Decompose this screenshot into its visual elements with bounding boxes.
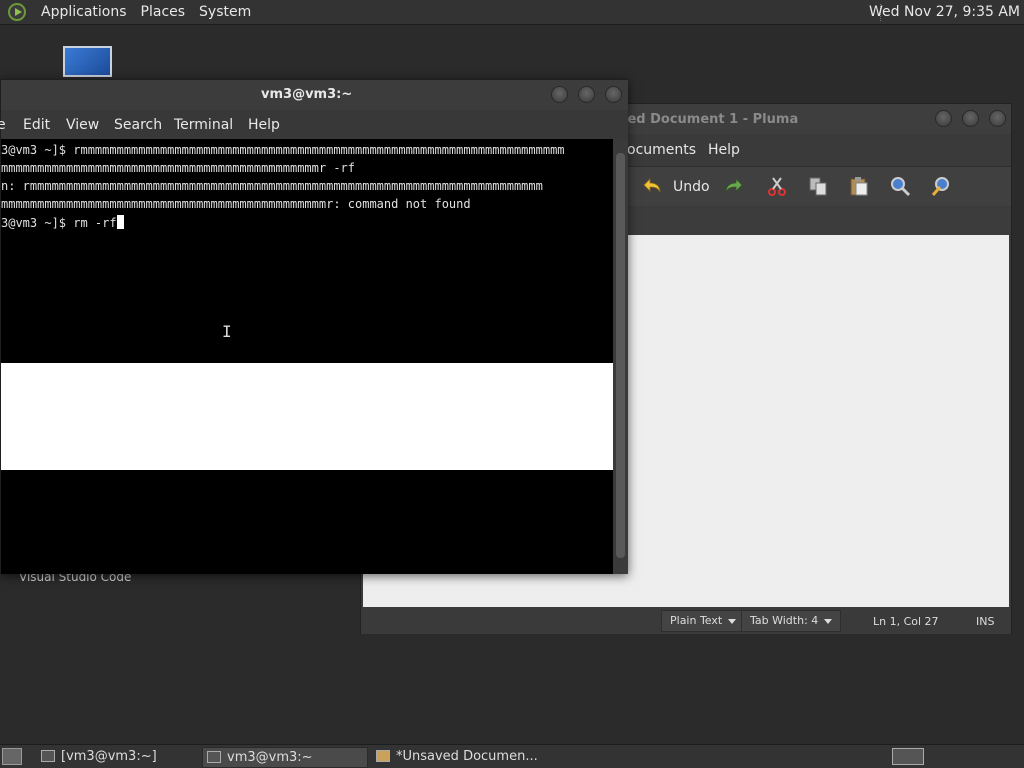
text-editor-icon: [376, 750, 390, 762]
clock[interactable]: Wed Nov 27, 9:35 AM: [869, 4, 1020, 20]
workspace-switcher[interactable]: [892, 748, 924, 765]
close-button[interactable]: [989, 110, 1006, 127]
terminal-menu[interactable]: Terminal: [174, 117, 233, 133]
minimize-button[interactable]: [935, 110, 952, 127]
show-desktop-button[interactable]: [2, 748, 22, 765]
maximize-button[interactable]: [578, 86, 595, 103]
terminal-icon: [207, 751, 221, 763]
edit-menu[interactable]: Edit: [23, 117, 50, 133]
system-menu[interactable]: System: [192, 4, 258, 20]
documents-menu[interactable]: ocuments: [627, 142, 696, 158]
ibeam-cursor-icon: I: [222, 322, 232, 341]
text-cursor: [116, 215, 124, 229]
terminal-window: vm3@vm3:~ e Edit View Search Terminal He…: [0, 79, 628, 574]
top-panel: Applications Places System Wed Nov 27, 9…: [0, 0, 1024, 25]
terminal-screen[interactable]: 3@vm3 ~]$ rmmmmmmmmmmmmmmmmmmmmmmmmmmmmm…: [1, 139, 613, 574]
terminal-menubar: e Edit View Search Terminal Help: [0, 110, 628, 140]
language-selector[interactable]: Plain Text: [661, 610, 746, 632]
undo-icon[interactable]: [641, 175, 663, 197]
terminal-line: mmmmmmmmmmmmmmmmmmmmmmmmmmmmmmmmmmmmmmmm…: [1, 197, 471, 211]
minimize-button[interactable]: [551, 86, 568, 103]
chevron-down-icon: [728, 618, 737, 624]
close-button[interactable]: [605, 86, 622, 103]
taskbar-item-label: *Unsaved Documen...: [396, 749, 538, 764]
terminal-scrollbar[interactable]: [613, 139, 628, 574]
terminal-titlebar[interactable]: vm3@vm3:~: [1, 80, 628, 110]
applications-menu[interactable]: Applications: [34, 4, 134, 20]
help-menu[interactable]: Help: [708, 142, 740, 158]
cursor-position: Ln 1, Col 27: [873, 615, 939, 628]
taskbar-item-terminal[interactable]: vm3@vm3:~: [202, 747, 368, 768]
pluma-window-title: ved Document 1 - Pluma: [619, 112, 799, 127]
rendering-artifact: [1, 363, 613, 470]
paste-icon[interactable]: [848, 175, 870, 197]
taskbar-item-label: vm3@vm3:~: [227, 750, 313, 765]
terminal-window-title: vm3@vm3:~: [261, 87, 353, 102]
insert-mode: INS: [976, 615, 995, 628]
search-menu[interactable]: Search: [114, 117, 162, 133]
taskbar-item-pluma[interactable]: *Unsaved Documen...: [372, 747, 538, 768]
terminal-line: 3@vm3 ~]$ rm -rf: [1, 216, 117, 230]
tab-width-selector[interactable]: Tab Width: 4: [741, 610, 842, 632]
terminal-line: n: rmmmmmmmmmmmmmmmmmmmmmmmmmmmmmmmmmmmm…: [1, 179, 543, 193]
find-icon[interactable]: [889, 175, 911, 197]
computer-desktop-icon[interactable]: [63, 46, 112, 77]
view-menu[interactable]: View: [66, 117, 99, 133]
terminal-line: mmmmmmmmmmmmmmmmmmmmmmmmmmmmmmmmmmmmmmmm…: [1, 161, 356, 175]
help-menu[interactable]: Help: [248, 117, 280, 133]
bottom-panel: [vm3@vm3:~] vm3@vm3:~ *Unsaved Documen..…: [0, 744, 1024, 768]
scrollbar-thumb[interactable]: [616, 153, 625, 558]
maximize-button[interactable]: [962, 110, 979, 127]
language-label: Plain Text: [670, 614, 723, 627]
terminal-icon: [41, 750, 55, 762]
undo-button-label[interactable]: Undo: [673, 179, 710, 195]
terminal-line: 3@vm3 ~]$ rmmmmmmmmmmmmmmmmmmmmmmmmmmmmm…: [1, 143, 565, 157]
terminal-prompt-line: 3@vm3 ~]$ rm -rf: [1, 215, 124, 230]
cut-icon[interactable]: [766, 175, 788, 197]
taskbar-item-label: [vm3@vm3:~]: [61, 749, 157, 764]
mate-menu-icon[interactable]: [8, 3, 26, 21]
places-menu[interactable]: Places: [134, 4, 193, 20]
taskbar-item-terminal-minimized[interactable]: [vm3@vm3:~]: [37, 747, 197, 768]
file-menu[interactable]: e: [0, 117, 6, 133]
pluma-statusbar: Plain Text Tab Width: 4 Ln 1, Col 27 INS: [361, 608, 1011, 634]
chevron-down-icon: [824, 618, 833, 624]
tab-width-label: Tab Width: 4: [750, 614, 819, 627]
redo-icon[interactable]: [723, 175, 745, 197]
copy-icon[interactable]: [807, 175, 829, 197]
find-replace-icon[interactable]: [930, 175, 952, 197]
